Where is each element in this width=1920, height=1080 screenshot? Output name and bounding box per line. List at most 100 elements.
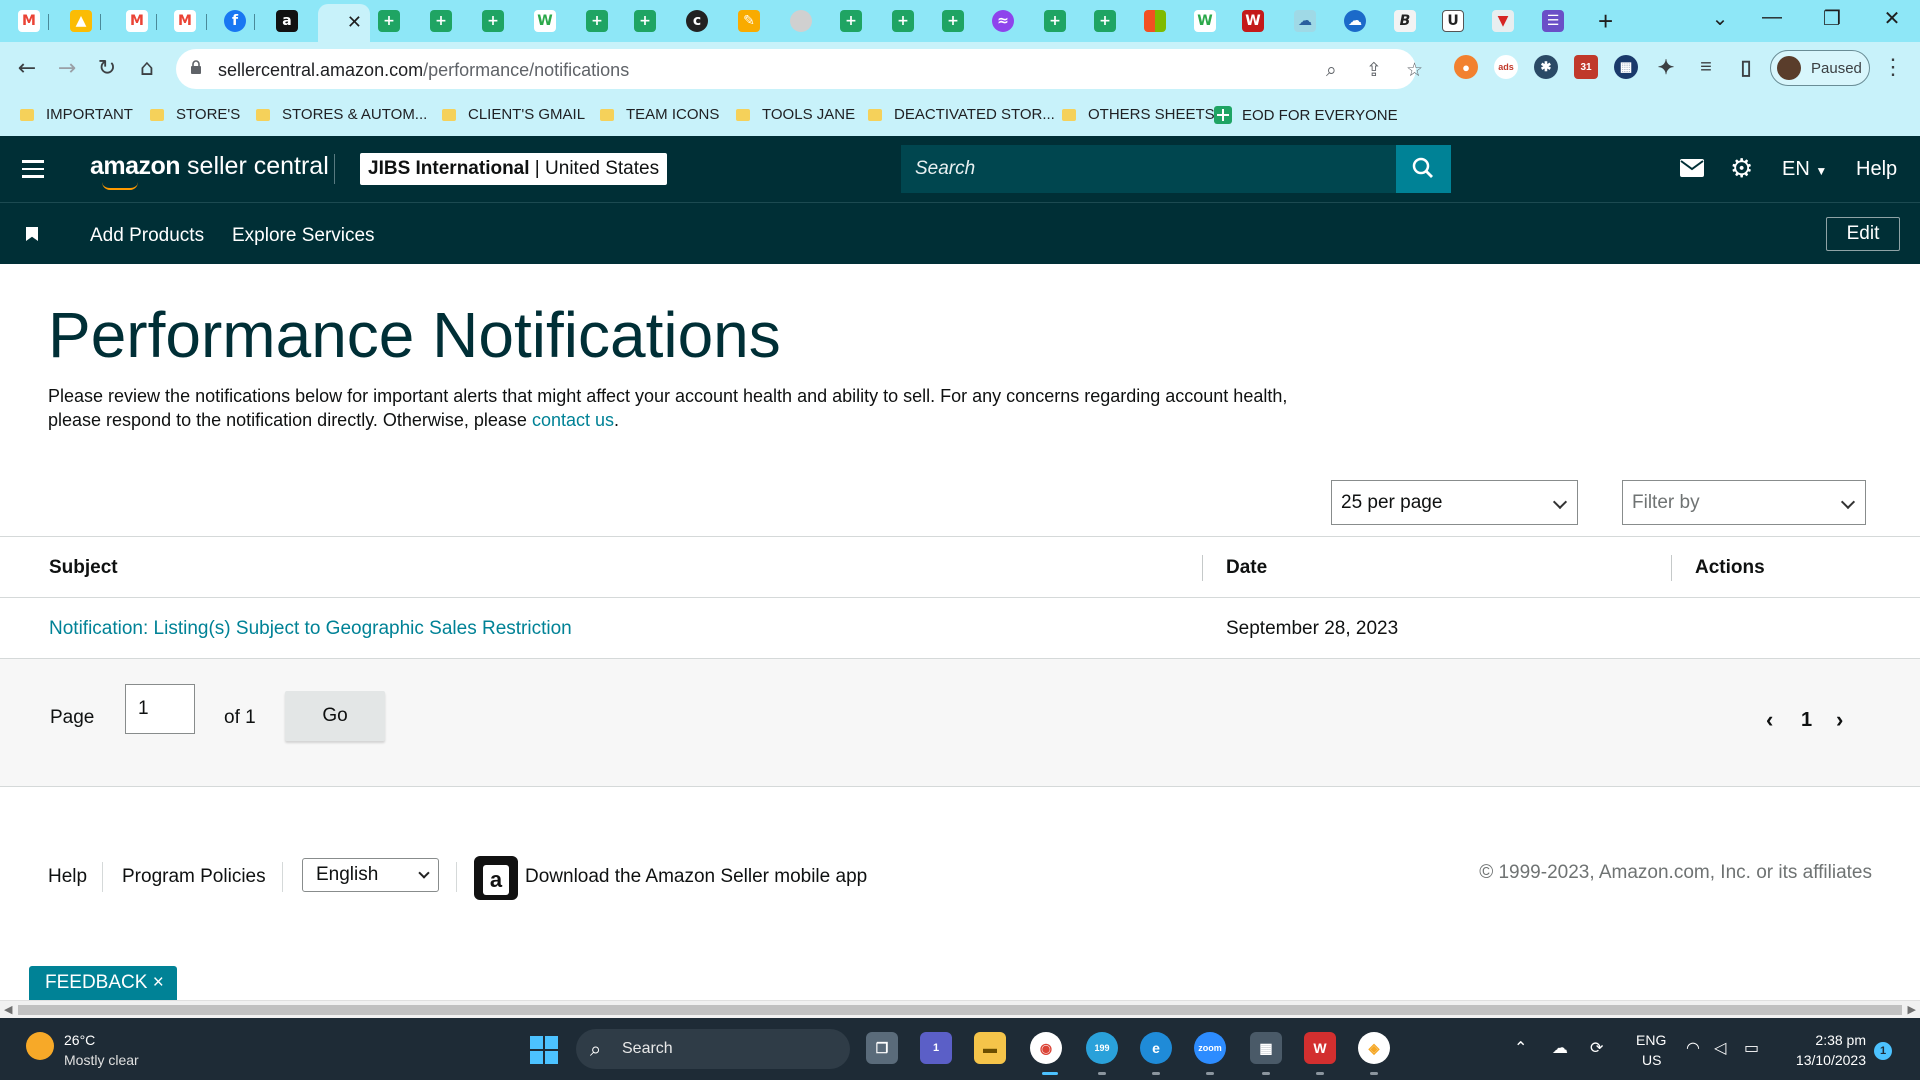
input-language[interactable]: ENG (1636, 1032, 1666, 1048)
tab-pencil-app[interactable]: ✎ (734, 6, 764, 36)
download-app-link[interactable]: Download the Amazon Seller mobile app (525, 866, 867, 888)
scroll-left-icon[interactable]: ◀ (4, 1003, 12, 1016)
tab-wps[interactable]: W (1238, 6, 1268, 36)
tab-sheets-8[interactable]: + (938, 6, 968, 36)
extension-bug-icon[interactable]: ✱ (1534, 55, 1558, 79)
task-view-icon[interactable]: ❐ (866, 1032, 898, 1064)
tab-sheets-6[interactable]: + (836, 6, 866, 36)
windows-start-icon[interactable] (530, 1036, 558, 1064)
close-window-icon[interactable]: ✕ (1872, 6, 1912, 31)
tab-grey-app[interactable] (786, 6, 816, 36)
bookmark-stores[interactable]: STORE'S (150, 106, 240, 123)
scrollbar-thumb[interactable] (18, 1005, 1902, 1015)
volume-icon[interactable]: ◁ (1714, 1038, 1726, 1057)
horizontal-scrollbar[interactable]: ◀ ▶ (0, 1000, 1920, 1018)
tab-sheets-4[interactable]: + (582, 6, 612, 36)
weather-desc[interactable]: Mostly clear (64, 1052, 139, 1068)
chevron-left-icon[interactable]: ‹ (1766, 707, 1773, 733)
back-arrow-icon[interactable]: ← (12, 54, 42, 84)
tab-sheets-2[interactable]: + (426, 6, 456, 36)
show-hidden-icons-icon[interactable]: ⌃ (1514, 1038, 1527, 1057)
per-page-select[interactable]: 25 per page (1331, 480, 1578, 525)
weather-temp[interactable]: 26°C (64, 1032, 95, 1048)
footer-help-link[interactable]: Help (48, 866, 87, 888)
file-explorer-icon[interactable]: ▬ (974, 1032, 1006, 1064)
tab-salesforce[interactable]: ☁ (1340, 6, 1370, 36)
bookmark-clients-gmail[interactable]: CLIENT'S GMAIL (442, 106, 585, 123)
tab-w-app-1[interactable]: W (530, 6, 560, 36)
tab-sheets-5[interactable]: + (630, 6, 660, 36)
extension-grid-icon[interactable]: ▦ (1614, 55, 1638, 79)
edge-icon[interactable]: e (1140, 1032, 1172, 1064)
reload-icon[interactable]: ↻ (92, 54, 122, 84)
contact-us-link[interactable]: contact us (532, 410, 614, 430)
nav-explore-services[interactable]: Explore Services (232, 225, 375, 247)
bookmark-stores-autom[interactable]: STORES & AUTOM... (256, 106, 427, 123)
feedback-button[interactable]: FEEDBACK × (29, 966, 177, 1000)
address-bar[interactable]: sellercentral.amazon.com/performance/not… (176, 49, 1423, 89)
tab-gmail-3[interactable]: M (170, 6, 200, 36)
extension-ads-icon[interactable]: ads (1494, 55, 1518, 79)
bookmark-star-icon[interactable]: ☆ (1406, 59, 1423, 81)
taskbar-search[interactable]: ⌕ Search (576, 1029, 850, 1069)
bookmark-icon[interactable] (26, 227, 38, 241)
page-number-input[interactable] (125, 684, 195, 734)
amazon-app-icon[interactable]: a (474, 856, 518, 900)
tab-sheets-7[interactable]: + (888, 6, 918, 36)
extension-orange-icon[interactable]: ● (1454, 55, 1478, 79)
zoom-icon[interactable]: ⌕ (1326, 59, 1337, 81)
profile-button[interactable]: Paused (1770, 50, 1870, 86)
bookmark-eod-for-everyone[interactable]: EOD FOR EVERYONE (1214, 106, 1398, 124)
chrome-icon[interactable]: ◉ (1030, 1032, 1062, 1064)
shield-app-icon[interactable]: ◈ (1358, 1032, 1390, 1064)
more-menu-icon[interactable]: ⋮ (1882, 54, 1904, 80)
extensions-puzzle-icon[interactable]: ✦ (1654, 55, 1678, 79)
mail-icon[interactable] (1680, 158, 1704, 183)
tab-list-app[interactable]: ☰ (1538, 6, 1568, 36)
tab-messenger[interactable]: ≈ (988, 6, 1018, 36)
tab-sheets-3[interactable]: + (478, 6, 508, 36)
tab-w-app-2[interactable]: W (1190, 6, 1220, 36)
account-switcher[interactable]: JIBS International | United States (360, 153, 668, 185)
chevron-right-icon[interactable]: › (1836, 707, 1843, 733)
tab-vivaldi[interactable]: ▼ (1488, 6, 1518, 36)
tab-gmail-1[interactable]: M (14, 6, 44, 36)
tab-u-app[interactable]: U (1438, 6, 1468, 36)
teams-icon[interactable]: 1 (920, 1032, 952, 1064)
restore-icon[interactable]: ❐ (1812, 6, 1852, 31)
extension-calendar-icon[interactable]: 31 (1574, 55, 1598, 79)
onedrive-icon[interactable]: ☁ (1552, 1038, 1568, 1057)
sync-icon[interactable]: ⟳ (1590, 1038, 1603, 1057)
minimize-icon[interactable]: — (1752, 6, 1792, 29)
gear-icon[interactable]: ⚙ (1730, 154, 1753, 184)
tab-active-seller-central[interactable]: ✕ (318, 4, 370, 42)
clock-time[interactable]: 2:38 pm (1776, 1032, 1866, 1048)
side-panel-icon[interactable]: ▯ (1734, 55, 1758, 79)
bookmark-tools-jane[interactable]: TOOLS JANE (736, 106, 855, 123)
share-icon[interactable]: ⇪ (1366, 59, 1382, 81)
tab-cloud-app[interactable]: ☁ (1290, 6, 1320, 36)
notification-badge[interactable]: 1 (1874, 1042, 1892, 1060)
search-input[interactable] (901, 145, 1396, 193)
tab-b-app[interactable]: B (1390, 6, 1420, 36)
program-policies-link[interactable]: Program Policies (122, 866, 266, 888)
language-switcher[interactable]: EN ▼ (1782, 158, 1827, 181)
battery-icon[interactable]: ▭ (1744, 1038, 1759, 1057)
bookmark-deactivated-stores[interactable]: DEACTIVATED STOR... (868, 106, 1055, 123)
tab-gmail-2[interactable]: M (122, 6, 152, 36)
tab-circle-app[interactable]: c (682, 6, 712, 36)
close-tab-icon[interactable]: ✕ (347, 12, 362, 33)
new-tab-icon[interactable]: + (1598, 6, 1613, 37)
hamburger-menu-icon[interactable] (22, 160, 44, 178)
tab-drive[interactable]: ▲ (66, 6, 96, 36)
filter-select[interactable]: Filter by (1622, 480, 1866, 525)
tab-sheets-1[interactable]: + (374, 6, 404, 36)
bookmark-others-sheets[interactable]: OTHERS SHEETS (1062, 106, 1215, 123)
zoom-icon[interactable]: zoom (1194, 1032, 1226, 1064)
notification-subject-link[interactable]: Notification: Listing(s) Subject to Geog… (49, 618, 572, 640)
bookmark-important[interactable]: IMPORTANT (20, 106, 133, 123)
current-page[interactable]: 1 (1801, 709, 1812, 732)
weather-icon[interactable] (26, 1032, 54, 1060)
clock-date[interactable]: 13/10/2023 (1776, 1052, 1866, 1068)
footer-language-select[interactable]: English (302, 858, 439, 892)
